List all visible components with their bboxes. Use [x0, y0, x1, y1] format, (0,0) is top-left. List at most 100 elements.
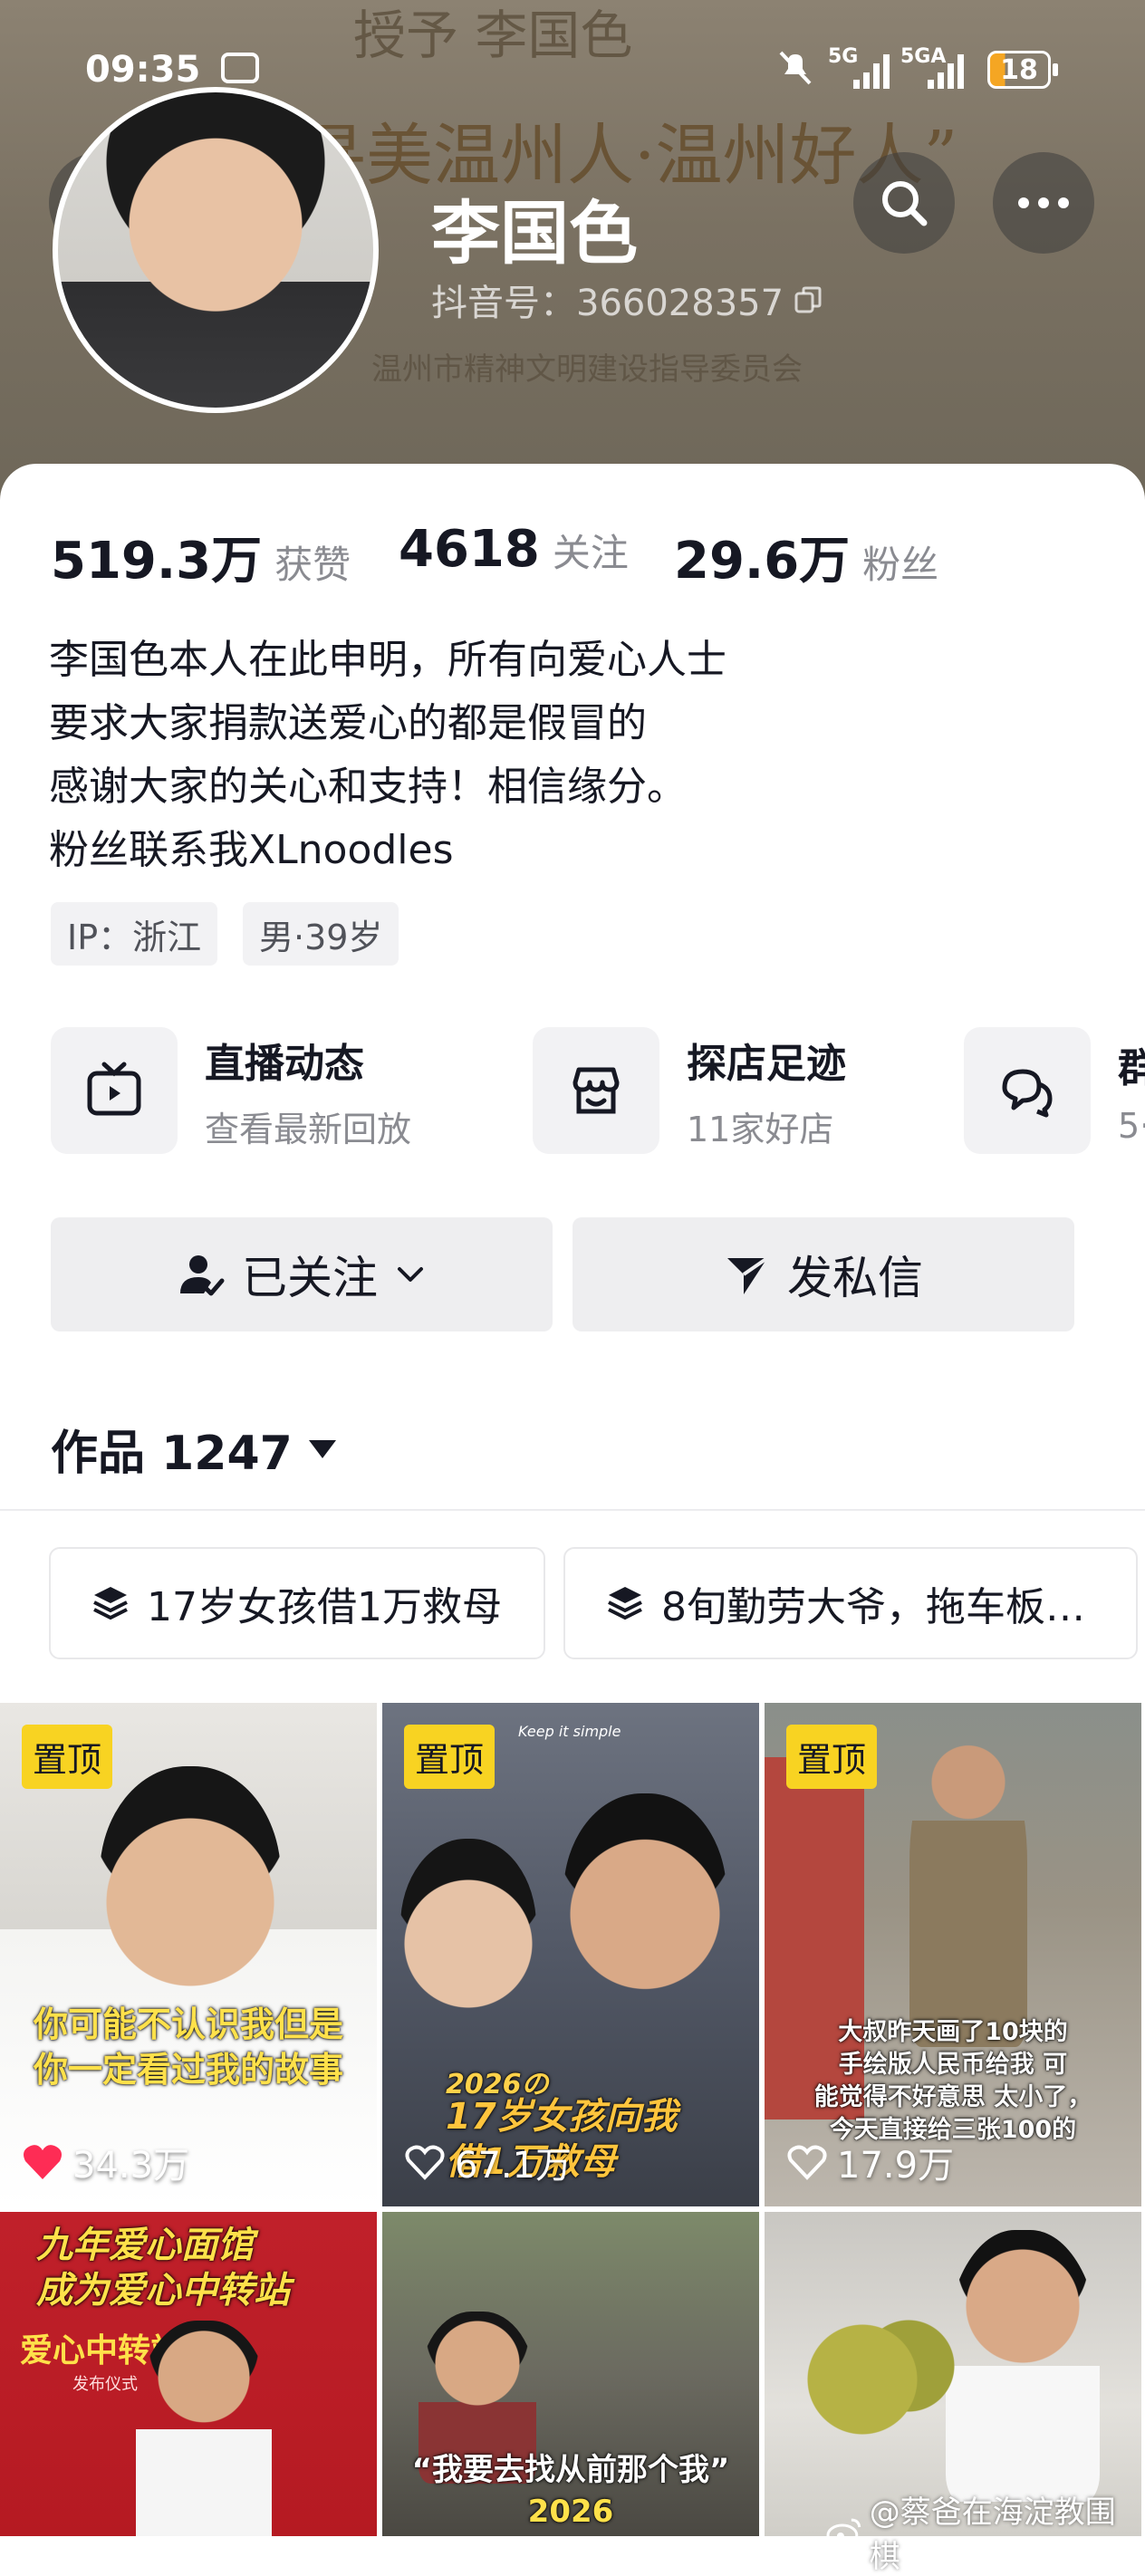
- user-check-icon: [180, 1255, 225, 1296]
- caption-line: 你可能不认识我但是: [33, 2004, 343, 2044]
- video-top-text: Keep it simple: [518, 1723, 621, 1740]
- caption-line: 能觉得不好意思 太小了，: [813, 2083, 1092, 2111]
- stat-label: 关注: [552, 531, 629, 575]
- signal-icon-2: [928, 54, 964, 89]
- weibo-logo-icon: [826, 2518, 861, 2547]
- collection-title: 8旬勤劳大爷，拖车板…: [661, 1584, 1085, 1630]
- store-icon: [572, 1067, 620, 1114]
- store-icon-wrap: [533, 1027, 659, 1154]
- heart-outline-icon: [787, 2145, 827, 2180]
- person-figure: [563, 1793, 726, 2002]
- feature-group[interactable]: 群 5·: [964, 1027, 1145, 1154]
- feature-title: 群: [1118, 1045, 1145, 1091]
- pinned-badge: 置顶: [404, 1725, 496, 1789]
- video-caption: 九年爱心面馆 成为爱心中转站: [36, 2223, 290, 2313]
- bio-line: 李国色本人在此申明，所有向爱心人士: [49, 637, 726, 683]
- feature-subtitle: 查看最新回放: [205, 1109, 412, 1149]
- more-dots-icon: [1018, 197, 1069, 208]
- following-button[interactable]: 已关注: [51, 1217, 553, 1331]
- video-caption: 你可能不认识我但是 你一定看过我的故事: [0, 2002, 377, 2092]
- feature-title: 直播动态: [205, 1040, 364, 1087]
- collection-title: 17岁女孩借1万救母: [147, 1584, 502, 1630]
- video-caption: “我要去找从前那个我” 2026: [382, 2449, 759, 2533]
- mute-icon: [779, 51, 812, 85]
- layers-icon: [608, 1587, 642, 1620]
- caption-line: “我要去找从前那个我”: [411, 2452, 730, 2488]
- likes-count: 34.3万: [22, 2136, 189, 2188]
- avatar[interactable]: [53, 87, 379, 413]
- stat-following[interactable]: 4618 关注: [399, 520, 629, 579]
- banner-sign-sub: 发布仪式: [72, 2375, 138, 2394]
- collection-chip[interactable]: 17岁女孩借1万救母: [49, 1547, 545, 1659]
- collection-chip[interactable]: 8旬勤劳大爷，拖车板…: [563, 1547, 1138, 1659]
- bio-line: 粉丝联系我XLnoodles: [49, 827, 454, 873]
- video-thumbnail[interactable]: 九年爱心面馆 成为爱心中转站 爱心中转站 发布仪式: [0, 2212, 377, 2536]
- feature-subtitle: 5·: [1118, 1106, 1145, 1146]
- likes-value: 67.1万: [455, 2145, 572, 2187]
- bio-line: 要求大家捐款送爱心的都是假冒的: [49, 700, 647, 746]
- video-thumbnail[interactable]: 置顶 你可能不认识我但是 你一定看过我的故事 34.3万: [0, 1703, 377, 2206]
- message-button[interactable]: 发私信: [572, 1217, 1074, 1331]
- divider: [0, 1509, 1145, 1511]
- works-label: 作品 1247: [51, 1427, 293, 1481]
- person-figure: [100, 1766, 281, 1993]
- battery-icon: 18: [987, 51, 1051, 89]
- heart-outline-icon: [405, 2145, 445, 2180]
- video-thumbnail[interactable]: Keep it simple 置顶 2026の 17岁女孩向我 借1万救母 67…: [382, 1703, 759, 2206]
- stat-likes[interactable]: 519.3万 获赞: [51, 520, 351, 593]
- plaque-top-text: 授予 李国色: [353, 5, 633, 66]
- search-button[interactable]: [853, 152, 955, 254]
- pinned-badge: 置顶: [786, 1725, 878, 1789]
- chevron-down-icon: [398, 1267, 423, 1282]
- bio-line: 感谢大家的关心和支持！相信缘分。: [49, 764, 687, 810]
- more-button[interactable]: [993, 152, 1094, 254]
- following-label: 已关注: [242, 1252, 378, 1304]
- battery-tip: [1053, 63, 1058, 76]
- layers-icon: [93, 1587, 128, 1620]
- feature-live[interactable]: 直播动态 查看最新回放: [51, 1027, 411, 1154]
- caption-line: 大叔昨天画了10块的: [838, 2018, 1068, 2046]
- video-caption: 大叔昨天画了10块的 手绘版人民币给我 可 能觉得不好意思 太小了， 今天直接给…: [765, 2016, 1141, 2147]
- battery-level: 18: [1000, 53, 1038, 86]
- chat-icon-wrap: [964, 1027, 1091, 1154]
- send-icon: [727, 1256, 769, 1294]
- feature-title: 探店足迹: [687, 1040, 846, 1087]
- person-figure: [909, 1739, 1027, 2047]
- ip-tag: IP：浙江: [51, 902, 218, 966]
- likes-count: 67.1万: [404, 2136, 572, 2188]
- person-figure: [946, 2230, 1100, 2502]
- caption-line: 你一定看过我的故事: [33, 2050, 343, 2090]
- status-time: 09:35: [85, 49, 201, 91]
- stat-value: 4618: [399, 520, 540, 579]
- caption-line: 成为爱心中转站: [36, 2270, 290, 2312]
- caption-line: 九年爱心面馆: [36, 2225, 254, 2266]
- watermark-text: @蔡爸在海淀教围棋: [869, 2494, 1116, 2575]
- feature-subtitle: 11家好店: [687, 1109, 834, 1149]
- douyin-id-text: 抖音号：366028357: [431, 283, 784, 324]
- search-icon: [882, 181, 928, 226]
- video-thumbnail[interactable]: 置顶 大叔昨天画了10块的 手绘版人民币给我 可 能觉得不好意思 太小了， 今天…: [765, 1703, 1141, 2206]
- plaque-sub-text: 温州市精神文明建设指导委员会: [371, 351, 803, 388]
- message-label: 发私信: [787, 1252, 923, 1304]
- caret-down-icon: [308, 1439, 336, 1458]
- stat-label: 获赞: [274, 543, 351, 587]
- tv-icon: [87, 1062, 141, 1116]
- zongzi-figure: [801, 2312, 955, 2447]
- feature-store[interactable]: 探店足迹 11家好店: [533, 1027, 846, 1154]
- person-figure: [400, 1839, 536, 2020]
- likes-value: 34.3万: [72, 2145, 190, 2187]
- profile-name: 李国色: [431, 193, 638, 274]
- douyin-id[interactable]: 抖音号：366028357: [431, 274, 823, 326]
- copy-icon[interactable]: [793, 284, 823, 315]
- works-tab[interactable]: 作品 1247: [51, 1415, 338, 1483]
- tv-icon-wrap: [51, 1027, 178, 1154]
- likes-value: 17.9万: [837, 2145, 955, 2187]
- chat-icon: [1002, 1069, 1053, 1118]
- signal-icon-1: [853, 54, 890, 89]
- bio: 李国色本人在此申明，所有向爱心人士 要求大家捐款送爱心的都是假冒的 感谢大家的关…: [49, 629, 726, 882]
- stat-followers[interactable]: 29.6万 粉丝: [674, 520, 938, 593]
- caption-line: 2026: [527, 2494, 614, 2530]
- notification-icon: [221, 53, 259, 83]
- video-thumbnail[interactable]: “我要去找从前那个我” 2026: [382, 2212, 759, 2536]
- stat-label: 粉丝: [862, 543, 939, 587]
